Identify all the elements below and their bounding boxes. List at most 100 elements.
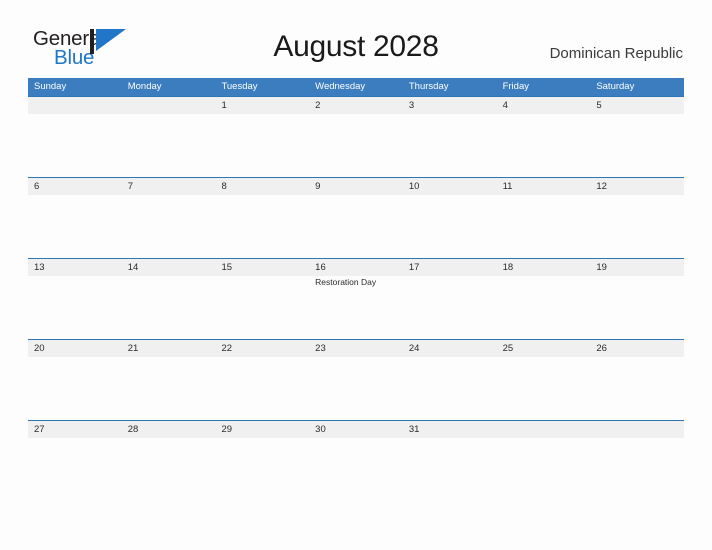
day-event-cell[interactable] — [309, 114, 403, 178]
week-event-band — [28, 438, 684, 502]
day-cell[interactable]: 10 — [403, 178, 497, 195]
day-event-cell[interactable] — [590, 195, 684, 259]
day-cell[interactable]: 11 — [497, 178, 591, 195]
day-cell[interactable]: 28 — [122, 421, 216, 438]
day-number: 6 — [34, 181, 40, 192]
day-event-cell[interactable] — [309, 357, 403, 421]
day-event-cell[interactable] — [497, 114, 591, 178]
day-cell[interactable]: 3 — [403, 97, 497, 114]
day-event-cell[interactable] — [590, 438, 684, 502]
day-event-cell[interactable] — [497, 357, 591, 421]
day-event-cell[interactable] — [28, 438, 122, 502]
day-event-cell[interactable] — [497, 276, 591, 340]
day-cell[interactable] — [497, 421, 591, 438]
day-event-cell[interactable] — [497, 438, 591, 502]
day-cell[interactable]: 23 — [309, 340, 403, 357]
day-cell[interactable]: 9 — [309, 178, 403, 195]
day-cell[interactable]: 17 — [403, 259, 497, 276]
day-cell[interactable]: 24 — [403, 340, 497, 357]
day-cell[interactable]: 8 — [215, 178, 309, 195]
day-number: 16 — [315, 262, 326, 273]
week-event-band: Restoration Day — [28, 276, 684, 340]
weekday-header-saturday: Saturday — [596, 81, 635, 92]
day-cell[interactable]: 21 — [122, 340, 216, 357]
day-number: 18 — [502, 262, 514, 273]
day-cell[interactable] — [28, 97, 122, 114]
day-event-cell[interactable]: Restoration Day — [309, 276, 403, 340]
day-event-cell[interactable] — [122, 276, 216, 340]
day-event-cell[interactable] — [28, 357, 122, 421]
day-cell[interactable]: 2 — [309, 97, 403, 114]
day-event-cell[interactable] — [28, 276, 122, 340]
day-cell[interactable]: 16 — [309, 259, 403, 276]
day-number: 28 — [127, 424, 139, 435]
day-cell[interactable]: 1 — [215, 97, 309, 114]
weekday-header-sunday: Sunday — [34, 81, 67, 92]
day-number: 2 — [315, 100, 321, 111]
day-number: 29 — [221, 424, 233, 435]
day-number: 4 — [502, 100, 508, 111]
day-event-cell[interactable] — [122, 195, 216, 259]
day-event-cell[interactable] — [215, 357, 309, 421]
day-cell[interactable]: 20 — [28, 340, 122, 357]
week-day-number-band: 6 7 8 9 10 11 12 — [28, 178, 684, 195]
day-cell[interactable]: 29 — [215, 421, 309, 438]
day-number: 12 — [596, 181, 607, 192]
weekday-header-monday: Monday — [127, 81, 162, 92]
day-event-cell[interactable] — [309, 195, 403, 259]
day-event-cell[interactable] — [497, 195, 591, 259]
day-number: 11 — [502, 181, 513, 192]
day-cell[interactable]: 12 — [590, 178, 684, 195]
day-number: 23 — [315, 343, 326, 354]
day-event-cell[interactable] — [403, 114, 497, 178]
day-event-cell[interactable] — [590, 114, 684, 178]
day-cell[interactable]: 6 — [28, 178, 122, 195]
day-cell[interactable] — [590, 421, 684, 438]
day-cell[interactable]: 4 — [497, 97, 591, 114]
day-event-cell[interactable] — [215, 114, 309, 178]
weekday-header-friday: Friday — [502, 81, 529, 92]
day-event-cell[interactable] — [403, 438, 497, 502]
day-number: 24 — [408, 343, 420, 354]
day-number: 5 — [596, 100, 602, 111]
day-event-cell[interactable] — [403, 357, 497, 421]
week-event-band — [28, 114, 684, 178]
day-cell[interactable]: 5 — [590, 97, 684, 114]
day-event-cell[interactable] — [215, 195, 309, 259]
day-number: 13 — [34, 262, 45, 273]
day-event-cell[interactable] — [122, 438, 216, 502]
day-cell[interactable]: 30 — [309, 421, 403, 438]
weekday-header-wednesday: Wednesday — [315, 81, 366, 92]
day-cell[interactable]: 18 — [497, 259, 591, 276]
day-cell[interactable]: 26 — [590, 340, 684, 357]
region-label: Dominican Republic — [549, 45, 683, 62]
week-day-number-band: 1 2 3 4 5 — [28, 97, 684, 114]
weekday-header-row: Sunday Monday Tuesday Wednesday Thursday… — [28, 78, 684, 96]
day-event-text: Restoration Day — [315, 277, 377, 287]
day-number: 10 — [408, 181, 420, 192]
day-event-cell[interactable] — [122, 357, 216, 421]
day-cell[interactable] — [122, 97, 216, 114]
day-event-cell[interactable] — [403, 195, 497, 259]
day-cell[interactable]: 22 — [215, 340, 309, 357]
day-cell[interactable]: 25 — [497, 340, 591, 357]
day-event-cell[interactable] — [215, 438, 309, 502]
day-event-cell[interactable] — [215, 276, 309, 340]
day-event-cell[interactable] — [590, 357, 684, 421]
day-cell[interactable]: 7 — [122, 178, 216, 195]
day-event-cell[interactable] — [309, 438, 403, 502]
day-event-cell[interactable] — [122, 114, 216, 178]
day-cell[interactable]: 14 — [122, 259, 216, 276]
day-event-cell[interactable] — [590, 276, 684, 340]
day-event-cell[interactable] — [28, 195, 122, 259]
day-number: 30 — [315, 424, 326, 435]
week-event-band — [28, 357, 684, 421]
day-event-cell[interactable] — [28, 114, 122, 178]
day-cell[interactable]: 19 — [590, 259, 684, 276]
day-cell[interactable]: 13 — [28, 259, 122, 276]
day-cell[interactable]: 15 — [215, 259, 309, 276]
day-event-cell[interactable] — [403, 276, 497, 340]
day-cell[interactable]: 27 — [28, 421, 122, 438]
day-cell[interactable]: 31 — [403, 421, 497, 438]
day-number: 25 — [502, 343, 514, 354]
